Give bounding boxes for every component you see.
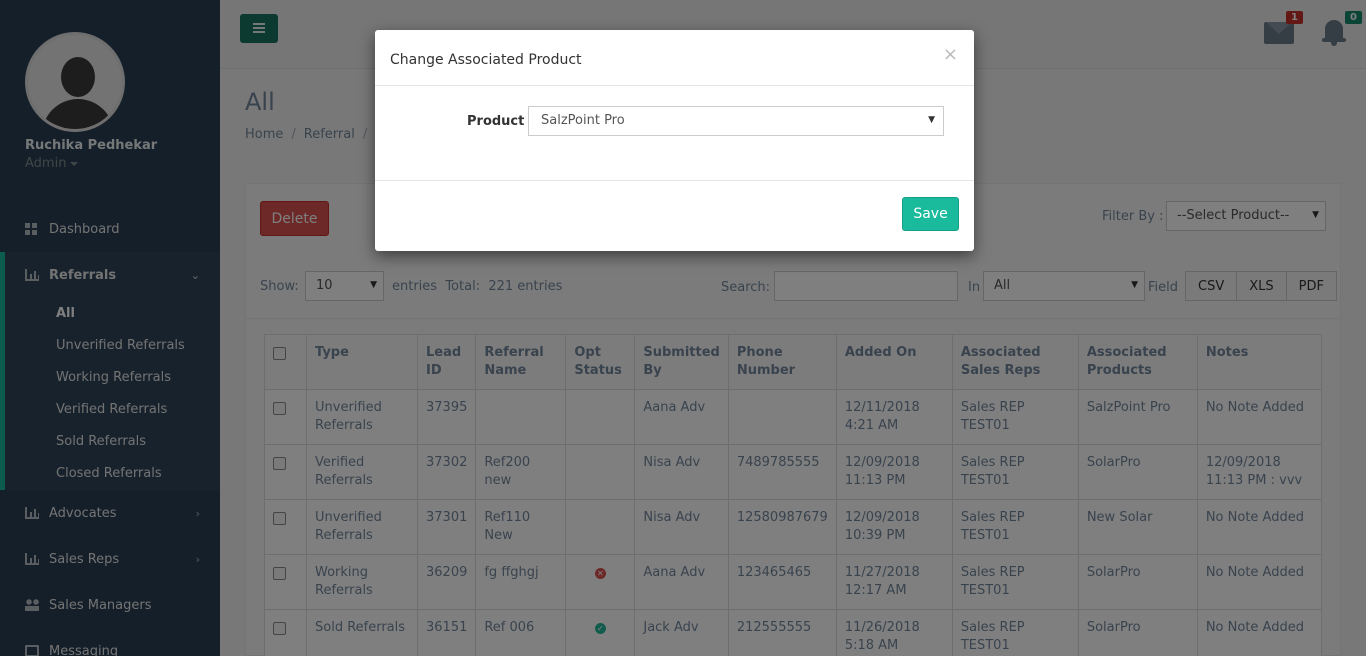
product-select[interactable]: SalzPoint Pro ▼ <box>528 106 944 136</box>
product-field-label: Product <box>467 114 525 129</box>
modal-body: Product SalzPoint Pro ▼ <box>375 86 974 181</box>
modal-title: Change Associated Product <box>390 52 582 68</box>
dropdown-arrow-icon: ▼ <box>928 115 935 125</box>
save-button[interactable]: Save <box>902 197 959 231</box>
close-icon[interactable]: × <box>943 44 958 65</box>
modal-header: Change Associated Product × <box>375 30 974 86</box>
change-product-modal: Change Associated Product × Product Salz… <box>375 30 974 251</box>
